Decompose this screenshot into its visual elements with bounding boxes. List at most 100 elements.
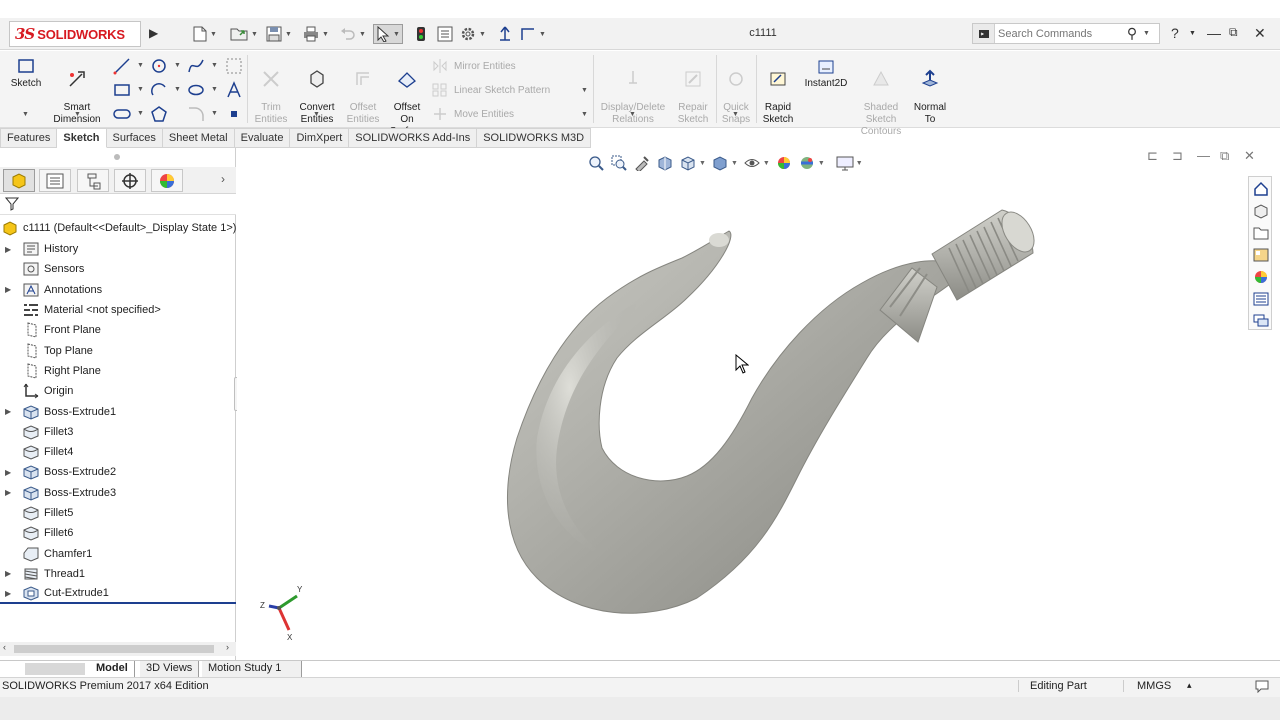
polygon-icon[interactable] [150,105,168,123]
expand-arrow-icon[interactable]: ▶ [0,407,14,416]
rebuild-button[interactable] [416,24,426,44]
arc-dropdown-icon[interactable]: ▼ [174,86,181,93]
view-palette-icon[interactable] [1251,245,1270,264]
tab-configuration-manager[interactable] [77,169,109,192]
tree-item-fillet3[interactable]: Fillet3 [0,422,236,442]
slot-dropdown-icon[interactable]: ▼ [137,110,144,117]
section-view-icon[interactable] [656,154,674,172]
rectangle-icon[interactable] [113,81,131,99]
spline-dropdown-icon[interactable]: ▼ [211,62,218,69]
hide-show-items-icon[interactable] [743,154,761,172]
hook-model-3d[interactable] [497,188,1057,628]
select-button[interactable]: ▼ [373,24,403,44]
tab-motion-study-1[interactable]: Motion Study 1 [202,661,302,677]
rectangle-dropdown-icon[interactable]: ▼ [137,86,144,93]
display-style-dropdown-icon[interactable]: ▼ [731,160,738,167]
viewport-restore-icon[interactable]: ⧉ [1220,148,1229,164]
tab-model[interactable]: Model [90,661,135,677]
text-icon[interactable] [225,81,243,99]
tab-sketch[interactable]: Sketch [57,128,107,148]
fillet-sketch-icon[interactable] [187,105,205,123]
view-settings-icon[interactable] [836,154,854,172]
graphics-area[interactable]: ▼ ▼ ▼ ▼ ▼ ⊏ ⊐ — ⧉ ✕ Y X Z [237,148,1280,660]
expand-arrow-icon[interactable]: ▶ [0,245,14,254]
sketch-plane-button[interactable]: ▼ [520,24,546,44]
tab-surfaces[interactable]: Surfaces [106,128,163,148]
tree-item-fillet6[interactable]: Fillet6 [0,523,236,543]
tree-item-chamfer1[interactable]: Chamfer1 [0,543,236,563]
sketch-button[interactable]: Sketch [6,57,46,90]
tab-dimxpert-manager[interactable] [114,169,146,192]
file-properties-button[interactable] [437,24,453,44]
view-settings-dropdown-icon[interactable]: ▼ [856,160,863,167]
scroll-left-icon[interactable]: ‹ [3,642,6,652]
tree-item-boss-extrude1[interactable]: ▶ Boss-Extrude1 [0,401,236,421]
tab-solidworks-m3d[interactable]: SOLIDWORKS M3D [477,128,592,148]
options-button[interactable]: ▼ [460,24,486,44]
tree-item-origin[interactable]: Origin [0,381,236,401]
previous-view-icon[interactable] [633,154,651,172]
tab-navigation-buttons[interactable] [25,663,85,675]
quick-snaps-dropdown-icon[interactable]: ▼ [732,111,739,118]
appearances-scenes-icon[interactable] [1251,267,1270,286]
tab-feature-tree[interactable] [3,169,35,192]
design-library-icon[interactable] [1251,201,1270,220]
tab-sheet-metal[interactable]: Sheet Metal [162,128,235,148]
smart-dimension-dropdown-icon[interactable]: ▼ [74,111,81,118]
trim-entities-button[interactable]: Trim Entities [252,57,290,126]
arc-icon[interactable] [150,81,168,99]
tree-item-right-plane[interactable]: Right Plane [0,361,236,381]
sketch-grid-icon[interactable] [225,57,243,75]
menu-expand-arrow-icon[interactable]: ▶ [149,26,158,40]
line-icon[interactable] [113,57,131,75]
custom-properties-icon[interactable] [1251,289,1270,308]
apply-scene-icon[interactable] [798,154,816,172]
tree-item-cut-extrude1[interactable]: ▶ Cut-Extrude1 [0,584,236,605]
move-dropdown-icon[interactable]: ▼ [581,111,588,118]
pattern-dropdown-icon[interactable]: ▼ [581,87,588,94]
close-icon[interactable]: ✕ [1254,25,1266,42]
tab-features[interactable]: Features [0,128,58,148]
feature-filter-bar[interactable] [0,194,236,215]
open-button[interactable]: ▼ [230,24,258,44]
search-dropdown-icon[interactable]: ▼ [1143,30,1150,37]
scroll-right-icon[interactable]: › [226,642,229,652]
tree-item-front-plane[interactable]: Front Plane [0,320,236,340]
panel-grip[interactable] [114,154,120,160]
tree-item-material[interactable]: Material <not specified> [0,300,236,320]
convert-entities-dropdown-icon[interactable]: ▼ [313,111,320,118]
repair-sketch-button[interactable]: Repair Sketch [674,57,712,126]
horizontal-scrollbar[interactable]: ‹ › [0,642,236,656]
new-document-button[interactable]: ▼ [193,24,217,44]
sketch-dropdown-icon[interactable]: ▼ [22,111,29,118]
minimize-icon[interactable]: — [1207,25,1221,41]
filter-icon[interactable] [5,197,19,211]
tree-item-top-plane[interactable]: Top Plane [0,340,236,360]
tree-item-sensors[interactable]: Sensors [0,259,236,279]
apply-scene-dropdown-icon[interactable]: ▼ [818,160,825,167]
tabs-scroll-right-icon[interactable]: › [221,172,225,186]
undo-button[interactable]: ▼ [340,24,366,44]
viewport-minimize-icon[interactable]: — [1197,148,1210,163]
tree-item-annotations[interactable]: ▶ Annotations [0,280,236,300]
restore-icon[interactable]: ⧉ [1229,25,1238,40]
linear-sketch-pattern-button[interactable]: Linear Sketch Pattern [432,83,550,97]
view-orientation-dropdown-icon[interactable]: ▼ [699,160,706,167]
solidworks-logo[interactable]: 3S SOLIDWORKS [9,21,141,47]
help-dropdown-icon[interactable]: ▼ [1189,30,1196,37]
zoom-to-fit-icon[interactable] [587,154,605,172]
tree-item-fillet4[interactable]: Fillet4 [0,442,236,462]
expand-arrow-icon[interactable]: ▶ [0,488,14,497]
ellipse-icon[interactable] [187,81,205,99]
circle-dropdown-icon[interactable]: ▼ [174,62,181,69]
search-input[interactable] [995,27,1121,40]
tab-evaluate[interactable]: Evaluate [234,128,291,148]
tree-item-boss-extrude3[interactable]: ▶ Boss-Extrude3 [0,483,236,503]
solidworks-resources-icon[interactable] [1251,179,1270,198]
tree-item-history[interactable]: ▶ History [0,239,236,259]
expand-arrow-icon[interactable]: ▶ [0,589,14,598]
expand-arrow-icon[interactable]: ▶ [0,468,14,477]
tab-solidworks-add-ins[interactable]: SOLIDWORKS Add-Ins [349,128,478,148]
display-style-icon[interactable] [711,154,729,172]
normal-to-button[interactable]: Normal To [910,57,950,126]
